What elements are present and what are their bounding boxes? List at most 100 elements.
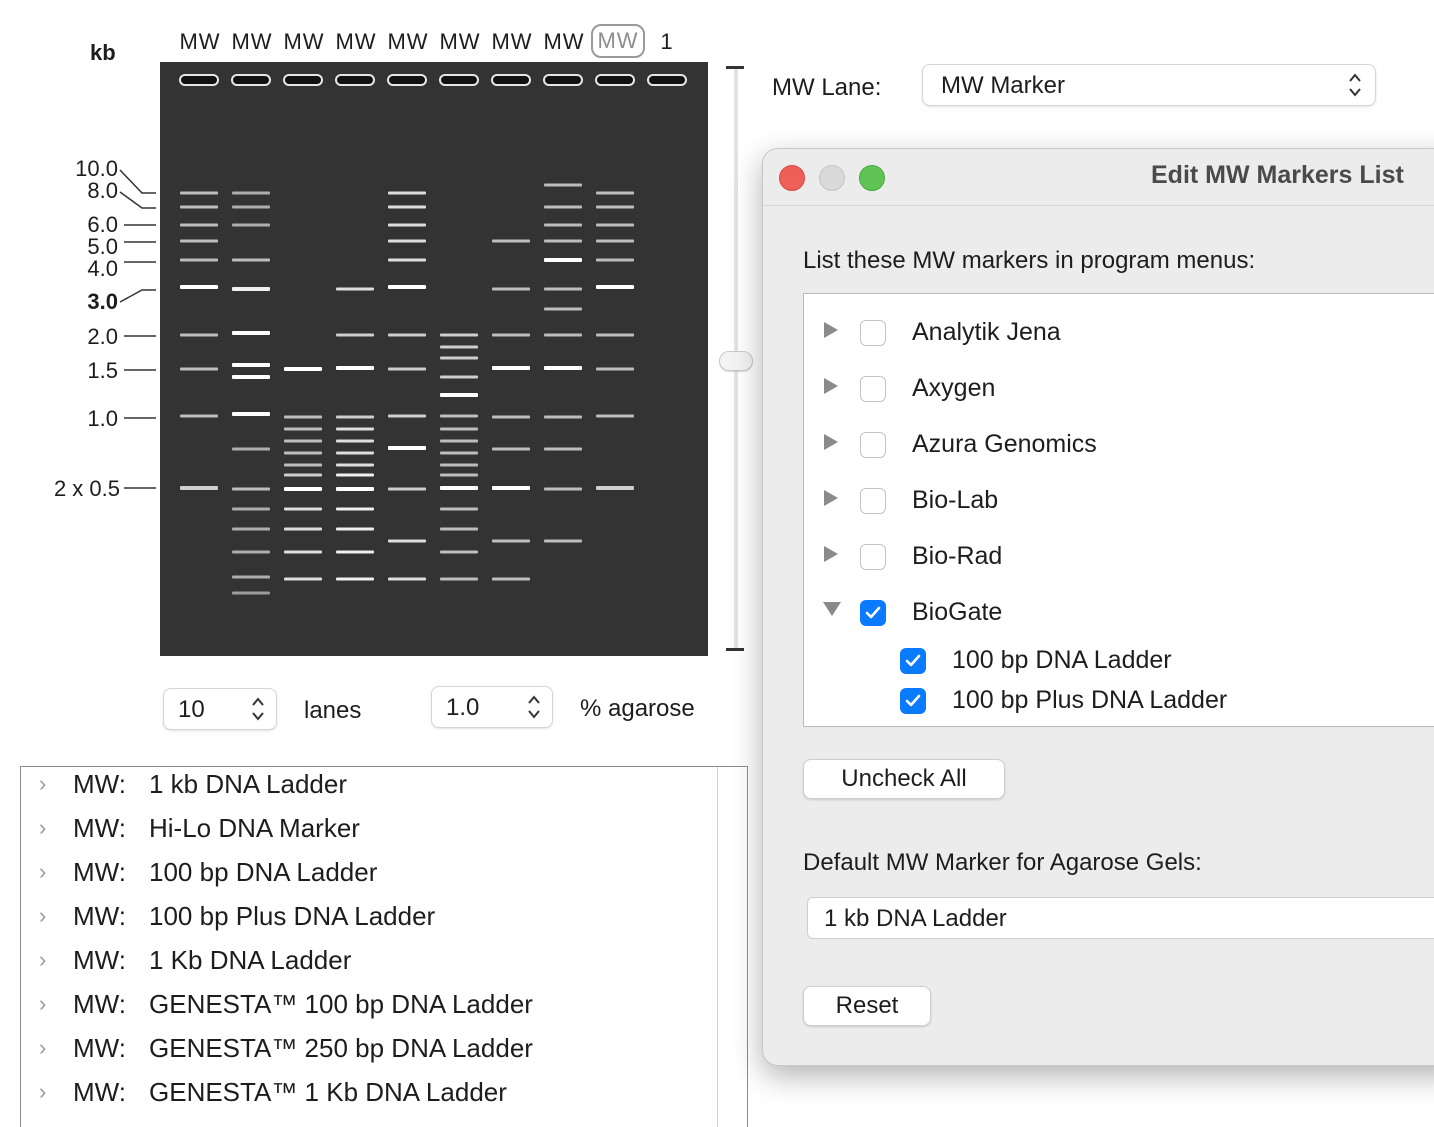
marker-vendor-tree[interactable]: Analytik Jena Axygen Azura Genomics Bio-… xyxy=(803,293,1434,727)
gel-band xyxy=(232,287,270,291)
gel-band xyxy=(232,575,270,579)
disclosure-triangle-right-icon[interactable] xyxy=(822,376,840,396)
lane-header-5[interactable]: MW xyxy=(382,29,434,55)
chevron-right-icon[interactable]: › xyxy=(39,771,46,797)
checkbox[interactable] xyxy=(860,376,886,402)
gel-band xyxy=(596,191,634,195)
size-tick-lines xyxy=(119,169,156,489)
disclosure-triangle-right-icon[interactable] xyxy=(822,544,840,564)
list-item[interactable]: › MW: 1 Kb DNA Ladder xyxy=(21,943,711,987)
lane-header-9-selected[interactable]: MW xyxy=(591,24,645,58)
list-item[interactable]: › MW: GENESTA™ 1 Kb DNA Ladder xyxy=(21,1075,711,1119)
gel-well xyxy=(543,74,583,86)
lane-header-6[interactable]: MW xyxy=(434,29,486,55)
lane-header-3[interactable]: MW xyxy=(278,29,330,55)
gel-band xyxy=(492,539,530,543)
tree-row-bio-lab[interactable]: Bio-Lab xyxy=(804,476,1434,526)
marker-list[interactable]: › MW: 1 kb DNA Ladder › MW: Hi-Lo DNA Ma… xyxy=(20,766,748,1127)
checkbox[interactable] xyxy=(860,488,886,514)
item-label: Hi-Lo DNA Marker xyxy=(149,813,360,843)
gel-band xyxy=(232,550,270,554)
uncheck-all-button[interactable]: Uncheck All xyxy=(803,759,1005,799)
gel-band xyxy=(284,415,322,419)
close-button[interactable] xyxy=(779,165,805,191)
disclosure-triangle-down-icon[interactable] xyxy=(822,600,842,618)
zoom-button[interactable] xyxy=(859,165,885,191)
chevron-right-icon[interactable]: › xyxy=(39,1079,46,1105)
checkbox-checked[interactable] xyxy=(900,688,926,714)
lane-header-7[interactable]: MW xyxy=(486,29,538,55)
disclosure-triangle-right-icon[interactable] xyxy=(822,320,840,340)
gel-band xyxy=(388,258,426,262)
mw-lane-label: MW Lane: xyxy=(772,74,882,101)
gel-band xyxy=(232,487,270,491)
gel-image[interactable] xyxy=(160,62,708,656)
reset-button[interactable]: Reset xyxy=(803,986,931,1026)
chevron-right-icon[interactable]: › xyxy=(39,815,46,841)
dialog-title: Edit MW Markers List xyxy=(1151,161,1404,189)
lanes-stepper[interactable]: 10 xyxy=(163,688,277,730)
gel-band xyxy=(544,223,582,227)
gel-well xyxy=(595,74,635,86)
gel-band xyxy=(492,486,530,490)
item-label: GENESTA™ 250 bp DNA Ladder xyxy=(149,1033,533,1063)
gel-band xyxy=(336,287,374,291)
gel-well xyxy=(647,74,687,86)
agarose-stepper[interactable]: 1.0 xyxy=(431,686,553,728)
gel-band xyxy=(232,412,270,416)
list-item[interactable]: › MW: 1 kb DNA Ladder xyxy=(21,767,711,811)
tree-row-analytik-jena[interactable]: Analytik Jena xyxy=(804,308,1434,358)
gel-well xyxy=(283,74,323,86)
chevron-right-icon[interactable]: › xyxy=(39,859,46,885)
stepper-arrows-icon[interactable] xyxy=(250,694,266,724)
lane-header-1[interactable]: MW xyxy=(174,29,226,55)
gel-bands xyxy=(179,74,687,595)
gel-band xyxy=(388,539,426,543)
chevron-right-icon[interactable]: › xyxy=(39,947,46,973)
lane-header-8[interactable]: MW xyxy=(538,29,590,55)
gel-band xyxy=(336,550,374,554)
gel-band xyxy=(284,550,322,554)
gel-band xyxy=(284,451,322,455)
list-item[interactable]: › MW: Hi-Lo DNA Marker xyxy=(21,811,711,855)
tree-row-bio-rad[interactable]: Bio-Rad xyxy=(804,532,1434,582)
vendor-label: Bio-Lab xyxy=(912,486,999,514)
checkbox[interactable] xyxy=(860,544,886,570)
list-item[interactable]: › MW: 100 bp DNA Ladder xyxy=(21,855,711,899)
lane-header-10[interactable]: 1 xyxy=(641,29,693,55)
gel-zoom-slider-thumb[interactable] xyxy=(719,351,753,371)
chevron-right-icon[interactable]: › xyxy=(39,991,46,1017)
gel-band xyxy=(492,447,530,451)
gel-band xyxy=(336,415,374,419)
item-prefix: MW: xyxy=(73,769,126,799)
tree-row-biogate[interactable]: BioGate xyxy=(804,588,1434,638)
disclosure-triangle-right-icon[interactable] xyxy=(822,432,840,452)
chevron-right-icon[interactable]: › xyxy=(39,903,46,929)
gel-band xyxy=(440,507,478,511)
tree-row-axygen[interactable]: Axygen xyxy=(804,364,1434,414)
list-item[interactable]: › MW: 100 bp Plus DNA Ladder xyxy=(21,899,711,943)
mw-lane-popup[interactable]: MW Marker xyxy=(922,64,1376,106)
gel-band xyxy=(232,527,270,531)
list-item[interactable]: › MW: GENESTA™ 100 bp DNA Ladder xyxy=(21,987,711,1031)
list-item[interactable]: › MW: GENESTA™ 250 bp DNA Ladder xyxy=(21,1031,711,1075)
disclosure-triangle-right-icon[interactable] xyxy=(822,488,840,508)
lane-header-4[interactable]: MW xyxy=(330,29,382,55)
tree-row-azura-genomics[interactable]: Azura Genomics xyxy=(804,420,1434,470)
stepper-arrows-icon[interactable] xyxy=(526,692,542,722)
gel-well xyxy=(231,74,271,86)
checkbox-checked[interactable] xyxy=(860,600,886,626)
gel-band xyxy=(440,577,478,581)
lane-header-2[interactable]: MW xyxy=(226,29,278,55)
checkbox[interactable] xyxy=(860,320,886,346)
checkbox[interactable] xyxy=(860,432,886,458)
chevron-right-icon[interactable]: › xyxy=(39,1035,46,1061)
minimize-button[interactable] xyxy=(819,165,845,191)
checkbox-checked[interactable] xyxy=(900,648,926,674)
gel-band xyxy=(180,223,218,227)
gel-well xyxy=(179,74,219,86)
tree-subrow-100bp-plus[interactable]: 100 bp Plus DNA Ladder xyxy=(804,678,1434,728)
gel-band xyxy=(180,205,218,209)
dialog-titlebar[interactable]: Edit MW Markers List xyxy=(763,149,1434,206)
default-marker-field[interactable]: 1 kb DNA Ladder xyxy=(807,897,1434,939)
